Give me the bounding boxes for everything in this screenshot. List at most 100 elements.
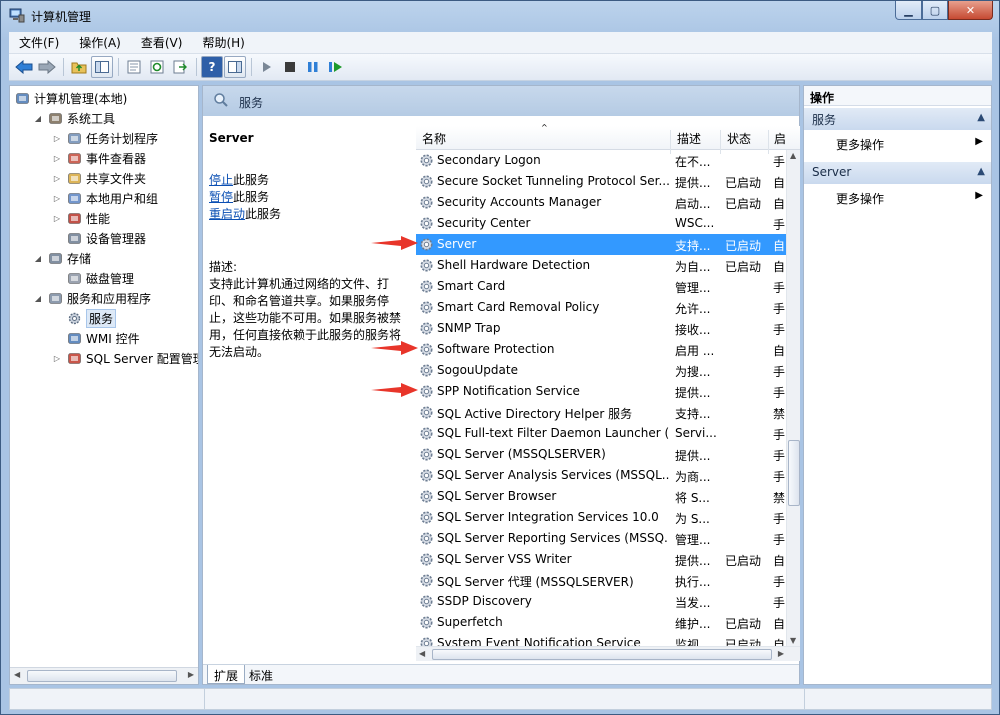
scroll-left-arrow-icon[interactable]: ◀ xyxy=(419,649,425,658)
service-row[interactable]: System Event Notification Service 监视... 已启… xyxy=(416,633,786,646)
tree-item[interactable]: ▷ 共享文件夹 xyxy=(52,168,146,188)
service-row[interactable]: Security Accounts Manager 启动... 已启动自 xyxy=(416,192,786,213)
close-button[interactable]: ✕ xyxy=(948,1,993,20)
collapsed-arrow-icon[interactable]: ▷ xyxy=(52,154,62,163)
service-name: SQL Full-text Filter Daemon Launcher (..… xyxy=(437,426,669,440)
properties-icon[interactable] xyxy=(123,56,145,78)
collapse-up-icon[interactable]: ▲ xyxy=(977,166,985,177)
tree-item[interactable]: 磁盘管理 xyxy=(52,268,134,288)
more-actions-server[interactable]: 更多操作 ▶ xyxy=(804,187,991,207)
scroll-right-arrow-icon[interactable]: ▶ xyxy=(778,649,784,658)
forward-arrow-icon[interactable] xyxy=(36,56,58,78)
collapse-up-icon[interactable]: ▲ xyxy=(977,112,985,123)
tree-item[interactable]: WMI 控件 xyxy=(52,328,140,348)
refresh-icon[interactable] xyxy=(146,56,168,78)
tree-item[interactable]: 计算机管理(本地) xyxy=(14,88,127,108)
service-row[interactable]: SQL Server Reporting Services (MSSQ... 管理… xyxy=(416,528,786,549)
pause-service-link[interactable]: 暂停 xyxy=(209,190,233,204)
service-description: 管理... xyxy=(675,533,711,547)
vertical-scroll-thumb[interactable] xyxy=(788,440,800,506)
tree-scroll-thumb[interactable] xyxy=(27,670,177,682)
start-service-icon[interactable] xyxy=(256,56,278,78)
vertical-scrollbar[interactable]: ▲ ▼ xyxy=(786,150,800,646)
tree-item[interactable]: ▷ 任务计划程序 xyxy=(52,128,158,148)
menu-action[interactable]: 操作(A) xyxy=(69,34,131,51)
service-row[interactable]: Software Protection 启用 ... 自 xyxy=(416,339,786,360)
tab-extended[interactable]: 扩展 xyxy=(207,665,246,684)
service-gear-icon xyxy=(419,552,434,567)
up-folder-icon[interactable] xyxy=(68,56,90,78)
minimize-button[interactable]: ▁ xyxy=(895,1,922,20)
menu-file[interactable]: 文件(F) xyxy=(9,34,69,51)
service-row[interactable]: SQL Server (MSSQLSERVER) 提供... 手 xyxy=(416,444,786,465)
service-row[interactable]: Secure Socket Tunneling Protocol Ser... 提… xyxy=(416,171,786,192)
restart-service-link[interactable]: 重启动 xyxy=(209,207,245,221)
tree-item[interactable]: ▷ 性能 xyxy=(52,208,110,228)
scroll-left-arrow-icon[interactable]: ◀ xyxy=(14,670,20,679)
tree-item[interactable]: ◢ 服务和应用程序 xyxy=(33,288,151,308)
service-row[interactable]: SQL Active Directory Helper 服务 支持... 禁 xyxy=(416,402,786,423)
tree-item[interactable]: 设备管理器 xyxy=(52,228,146,248)
maximize-button[interactable]: ▢ xyxy=(922,1,948,20)
tab-standard[interactable]: 标准 xyxy=(243,665,279,684)
tree-item[interactable]: ▷ 本地用户和组 xyxy=(52,188,158,208)
actions-pane: 操作 服务 ▲ 更多操作 ▶ Server ▲ 更多操作 ▶ xyxy=(803,85,992,685)
collapsed-arrow-icon[interactable]: ▷ xyxy=(52,354,62,363)
show-action-pane-icon[interactable] xyxy=(224,56,246,78)
services-rows: Secondary Logon 在不... 手 Secure Socket Tunne… xyxy=(416,150,786,646)
service-row[interactable]: Security Center WSC... 手 xyxy=(416,213,786,234)
tree-item[interactable]: 服务 xyxy=(52,308,117,328)
menu-view[interactable]: 查看(V) xyxy=(131,34,193,51)
column-description[interactable]: 描述 xyxy=(677,130,701,147)
actions-section-server[interactable]: Server ▲ xyxy=(804,162,991,184)
stop-service-link[interactable]: 停止 xyxy=(209,173,233,187)
tree-horizontal-scrollbar[interactable]: ◀ ▶ xyxy=(10,667,198,684)
expanded-arrow-icon[interactable]: ◢ xyxy=(33,114,43,123)
help-icon[interactable]: ? xyxy=(201,56,223,78)
service-row[interactable]: SQL Server 代理 (MSSQLSERVER) 执行... 手 xyxy=(416,570,786,591)
service-row[interactable]: SQL Server VSS Writer 提供... 已启动自 xyxy=(416,549,786,570)
title-bar[interactable]: 计算机管理 ▁ ▢ ✕ xyxy=(1,1,999,31)
menu-help[interactable]: 帮助(H) xyxy=(192,34,254,51)
collapsed-arrow-icon[interactable]: ▷ xyxy=(52,174,62,183)
service-row[interactable]: SQL Full-text Filter Daemon Launcher (..… xyxy=(416,423,786,444)
collapsed-arrow-icon[interactable]: ▷ xyxy=(52,214,62,223)
horizontal-scroll-thumb[interactable] xyxy=(432,649,772,660)
restart-service-icon[interactable] xyxy=(325,56,347,78)
tree-item[interactable]: ▷ SQL Server 配置管理器 xyxy=(52,348,198,368)
more-actions-services[interactable]: 更多操作 ▶ xyxy=(804,133,991,153)
service-row[interactable]: SNMP Trap 接收... 手 xyxy=(416,318,786,339)
collapsed-arrow-icon[interactable]: ▷ xyxy=(52,134,62,143)
expanded-arrow-icon[interactable]: ◢ xyxy=(33,294,43,303)
service-row[interactable]: SQL Server Integration Services 10.0 为 S.… xyxy=(416,507,786,528)
expanded-arrow-icon[interactable]: ◢ xyxy=(33,254,43,263)
service-row[interactable]: SPP Notification Service 提供... 手 xyxy=(416,381,786,402)
service-row[interactable]: Smart Card Removal Policy 允许... 手 xyxy=(416,297,786,318)
service-row[interactable]: SQL Server Analysis Services (MSSQL... 为商… xyxy=(416,465,786,486)
collapsed-arrow-icon[interactable]: ▷ xyxy=(52,194,62,203)
stop-service-icon[interactable] xyxy=(279,56,301,78)
scroll-up-arrow-icon[interactable]: ▲ xyxy=(790,151,796,160)
column-name[interactable]: 名称 xyxy=(422,130,446,147)
column-status[interactable]: 状态 xyxy=(727,130,751,147)
service-row[interactable]: Smart Card 管理... 手 xyxy=(416,276,786,297)
tree-item[interactable]: ◢ 系统工具 xyxy=(33,108,115,128)
scroll-down-arrow-icon[interactable]: ▼ xyxy=(790,636,796,645)
actions-section-services[interactable]: 服务 ▲ xyxy=(804,108,991,130)
pause-service-icon[interactable] xyxy=(302,56,324,78)
service-row[interactable]: Superfetch 维护... 已启动自 xyxy=(416,612,786,633)
service-row[interactable]: Secondary Logon 在不... 手 xyxy=(416,150,786,171)
show-hide-tree-icon[interactable] xyxy=(91,56,113,78)
scroll-right-arrow-icon[interactable]: ▶ xyxy=(188,670,194,679)
service-row[interactable]: Server 支持... 已启动自 xyxy=(416,234,786,255)
horizontal-scrollbar[interactable]: ◀ ▶ xyxy=(416,646,800,661)
back-arrow-icon[interactable] xyxy=(13,56,35,78)
service-row[interactable]: SogouUpdate 为搜... 手 xyxy=(416,360,786,381)
service-row[interactable]: Shell Hardware Detection 为自... 已启动自 xyxy=(416,255,786,276)
export-list-icon[interactable] xyxy=(169,56,191,78)
tree-item[interactable]: ▷ 事件查看器 xyxy=(52,148,146,168)
column-startup-type[interactable]: 启 xyxy=(774,130,786,147)
service-row[interactable]: SSDP Discovery 当发... 手 xyxy=(416,591,786,612)
tree-item[interactable]: ◢ 存储 xyxy=(33,248,91,268)
service-row[interactable]: SQL Server Browser 将 S... 禁 xyxy=(416,486,786,507)
